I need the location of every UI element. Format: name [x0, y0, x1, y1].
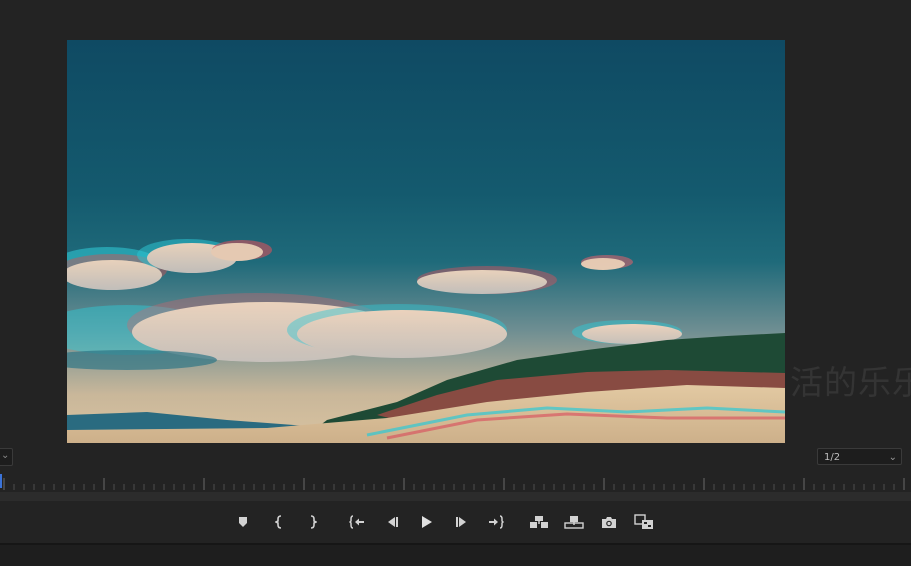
step-back-icon	[388, 517, 398, 527]
step-forward-icon	[456, 517, 466, 527]
watermark-text: 活的乐乐	[790, 363, 911, 402]
play-button[interactable]	[416, 512, 438, 532]
camera-icon	[602, 516, 616, 528]
overwrite-button[interactable]	[563, 512, 585, 532]
step-forward-button[interactable]	[451, 512, 473, 532]
chevron-down-icon: ⌄	[1, 450, 10, 461]
overwrite-icon	[564, 516, 584, 529]
program-monitor-video	[67, 40, 785, 443]
zoom-level-dropdown[interactable]: ⌄	[0, 448, 13, 466]
go-to-in-button[interactable]	[346, 512, 368, 532]
add-marker-button[interactable]	[232, 512, 254, 532]
go-to-in-icon	[349, 515, 364, 529]
insert-icon	[530, 516, 548, 528]
insert-button[interactable]	[528, 512, 550, 532]
time-ruler[interactable]	[0, 474, 911, 492]
comparison-icon	[634, 514, 653, 529]
marker-icon	[239, 517, 247, 527]
mark-in-icon	[275, 515, 282, 529]
mark-out-icon	[310, 515, 317, 529]
go-to-out-button[interactable]	[485, 512, 507, 532]
panel-bottom-bar	[0, 543, 911, 566]
transport-controls	[0, 503, 911, 541]
export-frame-button[interactable]	[598, 512, 620, 532]
step-back-button[interactable]	[381, 512, 403, 532]
playback-resolution-value: 1/2	[824, 452, 841, 463]
video-frame-image	[67, 239, 785, 443]
go-to-out-icon	[489, 515, 504, 529]
comparison-view-button[interactable]	[633, 512, 655, 532]
chevron-down-icon: ⌄	[888, 452, 897, 463]
playback-resolution-select[interactable]: 1/2 ⌄	[817, 448, 902, 465]
timeline-scroll-bar[interactable]	[0, 492, 911, 501]
mark-out-button[interactable]	[301, 512, 323, 532]
mark-in-button[interactable]	[269, 512, 291, 532]
playhead-marker[interactable]	[0, 474, 2, 488]
play-icon	[422, 516, 432, 528]
